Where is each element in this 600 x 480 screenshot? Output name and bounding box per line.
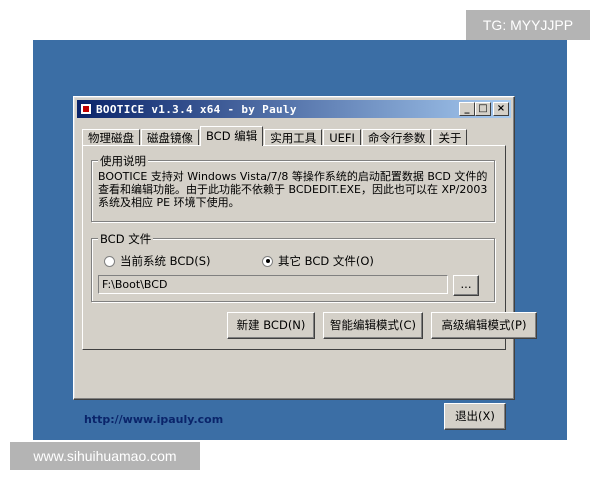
new-bcd-button[interactable]: 新建 BCD(N) [227, 312, 315, 339]
tab-uefi[interactable]: UEFI [323, 129, 361, 146]
exit-button[interactable]: 退出(X) [444, 403, 506, 430]
window-title: BOOTICE v1.3.4 x64 - by Pauly [96, 102, 297, 116]
bootice-window: BOOTICE v1.3.4 x64 - by Pauly _ □ × 物理磁盘… [73, 96, 537, 430]
bcd-file-group-title: BCD 文件 [98, 231, 154, 247]
desktop-background: BOOTICE v1.3.4 x64 - by Pauly _ □ × 物理磁盘… [33, 40, 567, 440]
browse-button[interactable]: ... [453, 275, 479, 296]
usage-group: 使用说明 BOOTICE 支持对 Windows Vista/7/8 等操作系统… [91, 153, 495, 222]
window-controls: _ □ × [459, 102, 509, 116]
advanced-edit-button[interactable]: 高级编辑模式(P) [431, 312, 537, 339]
radio-circle-unchecked[interactable] [104, 255, 115, 267]
radio-other-bcd-file[interactable]: 其它 BCD 文件(O) [262, 253, 374, 269]
maximize-button[interactable]: □ [475, 102, 491, 116]
smart-edit-button[interactable]: 智能编辑模式(C) [323, 312, 423, 339]
minimize-button[interactable]: _ [459, 102, 475, 116]
radio-circle-checked[interactable] [262, 255, 273, 267]
tab-physical-disk[interactable]: 物理磁盘 [82, 129, 140, 146]
usage-group-title: 使用说明 [98, 153, 148, 169]
watermark-top-badge: TG: MYYJJPP [466, 10, 590, 40]
radio-current-label: 当前系统 BCD(S) [120, 254, 211, 268]
close-button[interactable]: × [493, 102, 509, 116]
tab-utilities[interactable]: 实用工具 [264, 129, 323, 146]
tab-about[interactable]: 关于 [432, 129, 468, 146]
bcd-path-input[interactable]: F:\Boot\BCD [98, 275, 448, 294]
tab-bcd-edit[interactable]: BCD 编辑 [200, 126, 264, 146]
bcd-file-group: BCD 文件 当前系统 BCD(S) 其它 BCD 文件(O) F:\Boot\… [91, 231, 495, 302]
tab-strip: 物理磁盘 磁盘镜像 BCD 编辑 实用工具 UEFI 命令行参数 关于 [82, 126, 468, 146]
usage-description: BOOTICE 支持对 Windows Vista/7/8 等操作系统的启动配置… [98, 170, 488, 209]
website-link[interactable]: http://www.ipauly.com [84, 413, 223, 426]
bcd-tab-panel: 使用说明 BOOTICE 支持对 Windows Vista/7/8 等操作系统… [82, 145, 537, 350]
tab-command-line[interactable]: 命令行参数 [361, 129, 432, 146]
radio-other-label: 其它 BCD 文件(O) [278, 254, 374, 268]
app-icon [80, 103, 92, 115]
watermark-bottom-badge: www.sihuihuamao.com [10, 442, 200, 470]
radio-current-system-bcd[interactable]: 当前系统 BCD(S) [104, 253, 211, 269]
title-bar[interactable]: BOOTICE v1.3.4 x64 - by Pauly _ □ × [77, 100, 511, 118]
tab-disk-image[interactable]: 磁盘镜像 [141, 129, 199, 146]
